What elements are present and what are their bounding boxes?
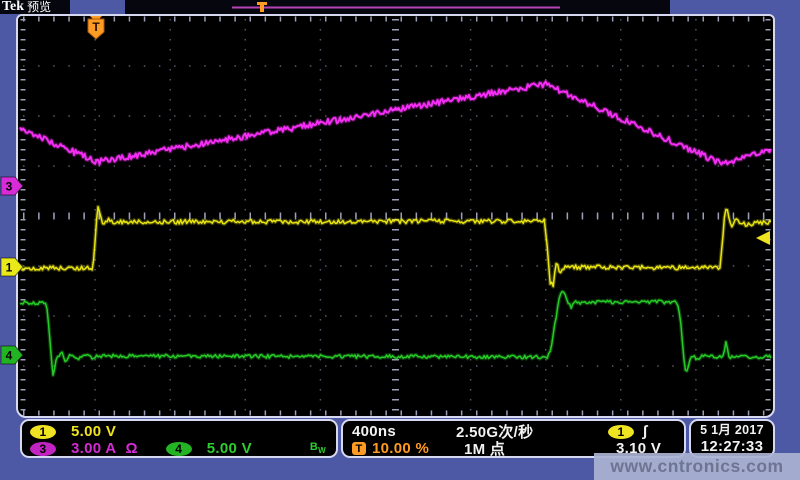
watermark: www.cntronics.com [594,453,800,480]
brand-label: Tek 预览 [0,0,70,14]
ch1-scale-readout: 5.00 V [71,423,116,440]
trigger-position-badge: T [352,442,366,455]
ch3-badge[interactable]: 3 [30,442,56,456]
trigger-slope-icon: ∫ [643,423,647,440]
ch4-bandwidth-icon: BW [310,441,326,455]
channel-marker-label: 3 [6,180,13,194]
date-readout: 5 1月 2017 [700,422,764,438]
brand-text: Tek [2,0,24,14]
ch3-scale-readout: 3.00 A [71,440,116,457]
ch4-badge[interactable]: 4 [166,442,192,456]
channel-marker-label: 1 [6,261,13,275]
ch4-scale-readout: 5.00 V [207,440,252,457]
scope-screen [16,14,775,418]
acquisition-mode-label: 预览 [27,0,51,14]
channel-readouts-box[interactable]: 1 5.00 V 3 3.00 A Ω 4 5.00 V BW [20,419,338,458]
timebase-scale-readout: 400ns [352,423,456,440]
oscilloscope-display: { "header": { "brand": "Tek", "mode_labe… [0,0,800,480]
trigger-source-badge[interactable]: 1 [608,425,634,439]
trigger-position-readout: 10.00 % [372,440,464,457]
record-view-bar [125,0,670,14]
ch3-coupling-symbol: Ω [125,440,137,457]
channel-marker-label: 4 [6,349,13,363]
ch1-badge[interactable]: 1 [30,425,56,439]
